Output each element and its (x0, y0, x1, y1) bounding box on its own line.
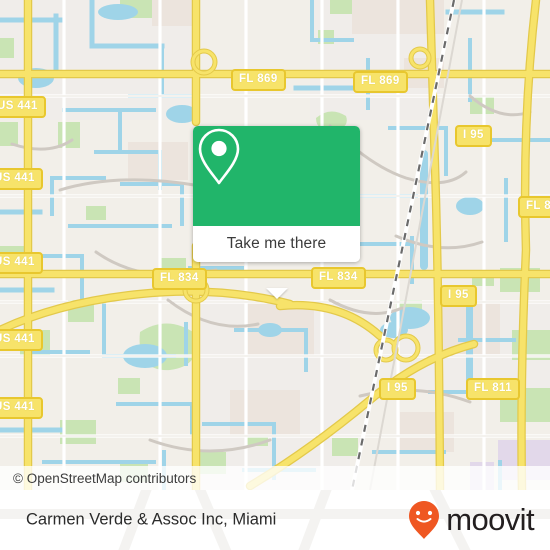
callout-pointer (265, 288, 288, 299)
moovit-wordmark: moovit (446, 502, 534, 537)
road-shield-us-441-2: US 441 (0, 168, 43, 190)
road-shield-us-441-4: US 441 (0, 329, 43, 351)
road-shield-us-441-5: US 441 (0, 397, 43, 419)
bottom-info-bar: Carmen Verde & Assoc Inc, Miami moovit (0, 490, 550, 550)
place-title: Carmen Verde & Assoc Inc, Miami (26, 510, 277, 529)
callout-card-header (193, 126, 360, 226)
osm-attribution-text[interactable]: © OpenStreetMap contributors (0, 471, 196, 486)
road-shield-fl-834-east: FL 834 (311, 267, 366, 289)
take-me-there-label: Take me there (226, 235, 327, 252)
moovit-logo[interactable]: moovit (407, 500, 535, 540)
road-shield-i-95-north: I 95 (455, 125, 492, 147)
map-pin-icon (198, 128, 240, 185)
moovit-pin-icon (409, 501, 440, 539)
map-canvas[interactable]: FL 869 FL 869 I 95 US 441 US 441 US 441 … (0, 0, 550, 490)
road-shield-us-441-3: US 441 (0, 252, 43, 274)
road-shield-i-95-mid: I 95 (440, 285, 477, 307)
road-shield-fl-869-west: FL 869 (231, 69, 286, 91)
road-shield-i-95-south: I 95 (379, 378, 416, 400)
road-shield-fl-834-west: FL 834 (152, 268, 207, 290)
road-shield-fl-811-south: FL 811 (466, 378, 520, 400)
location-callout-card[interactable]: Take me there (193, 126, 360, 299)
road-shield-fl-811-east: FL 811 (518, 196, 550, 218)
road-shield-fl-869-east: FL 869 (353, 71, 408, 93)
take-me-there-button[interactable]: Take me there (193, 226, 360, 262)
road-shield-us-441-1: US 441 (0, 96, 46, 118)
map-attribution-bar: © OpenStreetMap contributors (0, 466, 550, 490)
moovit-map-page: FL 869 FL 869 I 95 US 441 US 441 US 441 … (0, 0, 550, 550)
